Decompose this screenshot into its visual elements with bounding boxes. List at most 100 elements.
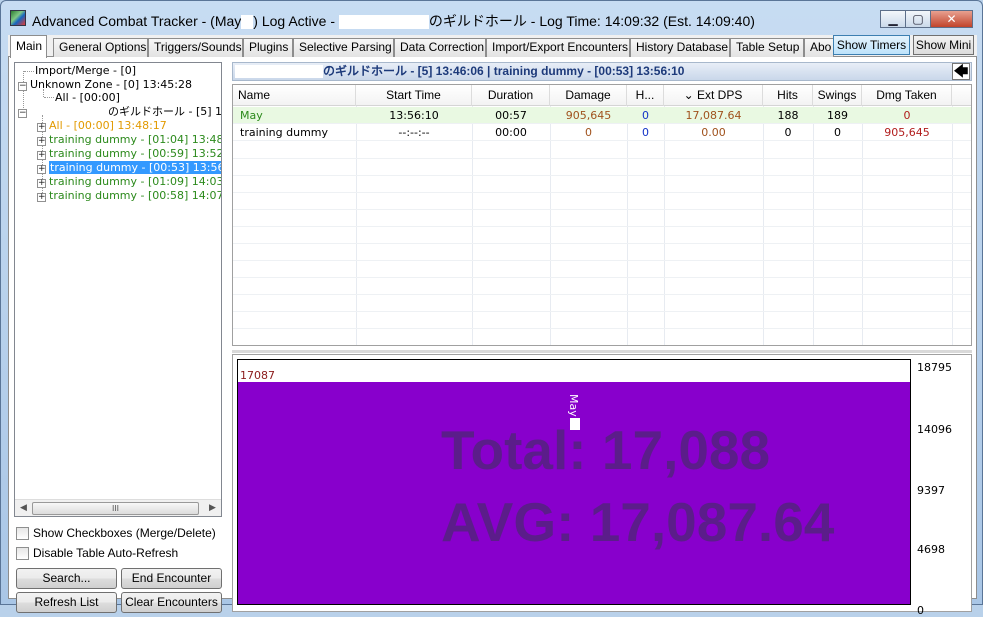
tree-node-encounter[interactable]: + training dummy - [01:09] 14:03:4	[37, 175, 221, 189]
main-tab-strip: Main General Options Triggers/Sounds Plu…	[8, 35, 977, 58]
tab-main[interactable]: Main	[10, 35, 47, 58]
tree-node-label: All - [00:00]	[55, 91, 120, 104]
collapse-icon[interactable]: −	[18, 109, 27, 118]
tree-node-label: training dummy - [00:53] 13:56:1	[49, 161, 221, 174]
tab-triggers-sounds[interactable]: Triggers/Sounds	[148, 38, 243, 57]
combatant-table[interactable]: Name Start Time Duration Damage H... ⌄ E…	[232, 84, 972, 346]
cell-damage: 905,645	[565, 109, 612, 122]
tree-node-unknown-all[interactable]: All - [00:00]	[55, 91, 120, 105]
expand-icon[interactable]: +	[37, 151, 46, 160]
encounter-tree[interactable]: Import/Merge - [0] − Unknown Zone - [0] 1…	[14, 62, 222, 517]
col-header-damage[interactable]: Damage	[550, 85, 627, 106]
tab-data-correction[interactable]: Data Correction	[394, 38, 486, 57]
title-bar[interactable]: Advanced Combat Tracker - (May ) Log Acti…	[1, 1, 982, 35]
minimize-button[interactable]: ▁	[880, 10, 905, 28]
tree-line	[24, 71, 34, 72]
back-arrow-icon[interactable]: 🡄	[952, 63, 970, 80]
tree-node-import-merge[interactable]: Import/Merge - [0]	[35, 64, 136, 78]
tree-node-encounter-selected[interactable]: + training dummy - [00:53] 13:56:1	[37, 161, 221, 175]
disable-refresh-option[interactable]: Disable Table Auto-Refresh	[16, 545, 178, 561]
cell-start-time: --:--:--	[398, 126, 430, 139]
window-controls: ▁ ▢ ✕	[880, 10, 973, 28]
col-header-ext-dps[interactable]: ⌄ Ext DPS	[664, 85, 763, 106]
show-checkboxes-checkbox[interactable]	[16, 526, 29, 540]
tab-general-options[interactable]: General Options	[53, 38, 148, 57]
clear-encounters-button[interactable]: Clear Encounters	[121, 592, 222, 613]
table-row[interactable]: May 13:56:10 00:57 905,645 0 17,087.64 1…	[233, 107, 971, 124]
col-header-heal[interactable]: H...	[627, 85, 664, 106]
show-checkboxes-label: Show Checkboxes (Merge/Delete)	[33, 526, 216, 540]
tree-node-label: のギルドホール - [5] 1	[108, 105, 222, 118]
show-mini-button[interactable]: Show Mini	[913, 35, 974, 55]
grid-line	[233, 175, 971, 176]
tree-node-encounter[interactable]: + training dummy - [01:04] 13:48:1	[37, 133, 222, 147]
tree-node-encounter[interactable]: + training dummy - [00:58] 14:07:2	[37, 189, 221, 203]
tab-import-export[interactable]: Import/Export Encounters	[486, 38, 630, 57]
cell-start-time: 13:56:10	[389, 109, 439, 122]
tree-line	[43, 89, 44, 97]
grid-line	[233, 158, 971, 159]
grid-line	[233, 294, 971, 295]
tree-node-label: training dummy - [01:04] 13:48:1	[49, 133, 222, 146]
y-axis-label: 9397	[917, 484, 945, 497]
title-prefix: Advanced Combat Tracker - (May	[32, 13, 242, 29]
cell-duration: 00:57	[495, 109, 527, 122]
table-header: Name Start Time Duration Damage H... ⌄ E…	[233, 85, 971, 106]
disable-refresh-label: Disable Table Auto-Refresh	[33, 546, 179, 560]
redacted-zone-owner	[338, 15, 429, 30]
panel-splitter[interactable]	[232, 350, 972, 353]
tree-node-encounter[interactable]: + training dummy - [00:59] 13:52:0	[37, 147, 221, 161]
table-row[interactable]: training dummy --:--:-- 00:00 0 0 0.00 0…	[233, 124, 971, 141]
y-axis-label: 0	[917, 604, 924, 617]
title-suffix: - Log Time: 14:09:32 (Est. 14:09:40)	[526, 13, 755, 29]
scroll-left-icon[interactable]: ◀	[15, 500, 32, 516]
client-area: Main General Options Triggers/Sounds Plu…	[8, 35, 977, 617]
tab-selective-parsing[interactable]: Selective Parsing	[293, 38, 394, 57]
expand-icon[interactable]: +	[37, 179, 46, 188]
tree-node-guild-zone[interactable]: − のギルドホール - [5] 1	[18, 105, 222, 119]
expand-icon[interactable]: +	[37, 193, 46, 202]
app-icon	[10, 10, 26, 26]
close-button[interactable]: ✕	[930, 10, 973, 28]
tab-plugins[interactable]: Plugins	[243, 38, 293, 57]
graph-total-text: Total: 17,088	[441, 419, 771, 481]
tab-about[interactable]: Abo	[804, 38, 834, 57]
expand-icon[interactable]: +	[37, 165, 46, 174]
tab-history-database[interactable]: History Database	[630, 38, 730, 57]
col-header-dmg-taken[interactable]: Dmg Taken	[862, 85, 952, 106]
collapse-icon[interactable]: −	[18, 82, 27, 91]
show-timers-button[interactable]: Show Timers	[833, 35, 910, 55]
cell-heal: 0	[642, 126, 649, 139]
col-header-start-time[interactable]: Start Time	[356, 85, 472, 106]
cell-swings: 0	[834, 126, 841, 139]
show-checkboxes-option[interactable]: Show Checkboxes (Merge/Delete)	[16, 525, 216, 541]
col-header-hits[interactable]: Hits	[763, 85, 813, 106]
cell-hits: 188	[777, 109, 799, 122]
grid-line	[233, 192, 971, 193]
expand-icon[interactable]: +	[37, 123, 46, 132]
cell-duration: 00:00	[495, 126, 527, 139]
end-encounter-button[interactable]: End Encounter	[121, 568, 222, 589]
col-header-name[interactable]: Name	[233, 85, 356, 106]
expand-icon[interactable]: +	[37, 137, 46, 146]
redacted-zone-owner	[235, 65, 323, 79]
tab-table-setup[interactable]: Table Setup	[730, 38, 804, 57]
maximize-button[interactable]: ▢	[905, 10, 930, 28]
cell-dmg-taken: 0	[903, 109, 911, 122]
col-header-duration[interactable]: Duration	[472, 85, 550, 106]
title-mid: ) Log Active -	[253, 13, 339, 29]
disable-refresh-checkbox[interactable]	[16, 546, 29, 560]
grid-line	[233, 311, 971, 312]
graph-top-value: 17087	[240, 369, 275, 382]
tree-node-label: Import/Merge - [0]	[35, 64, 137, 77]
tree-node-label: All - [00:00] 13:48:17	[49, 119, 167, 132]
tree-node-unknown-zone[interactable]: − Unknown Zone - [0] 13:45:28	[18, 78, 192, 92]
refresh-list-button[interactable]: Refresh List	[16, 592, 117, 613]
tree-node-guild-all[interactable]: + All - [00:00] 13:48:17	[37, 119, 167, 133]
col-header-swings[interactable]: Swings	[813, 85, 862, 106]
scroll-thumb[interactable]: III	[32, 502, 199, 515]
scroll-right-icon[interactable]: ▶	[204, 500, 221, 516]
tree-horizontal-scrollbar[interactable]: ◀ III ▶	[15, 499, 221, 516]
search-button[interactable]: Search...	[16, 568, 117, 589]
cell-damage: 0	[585, 126, 592, 139]
